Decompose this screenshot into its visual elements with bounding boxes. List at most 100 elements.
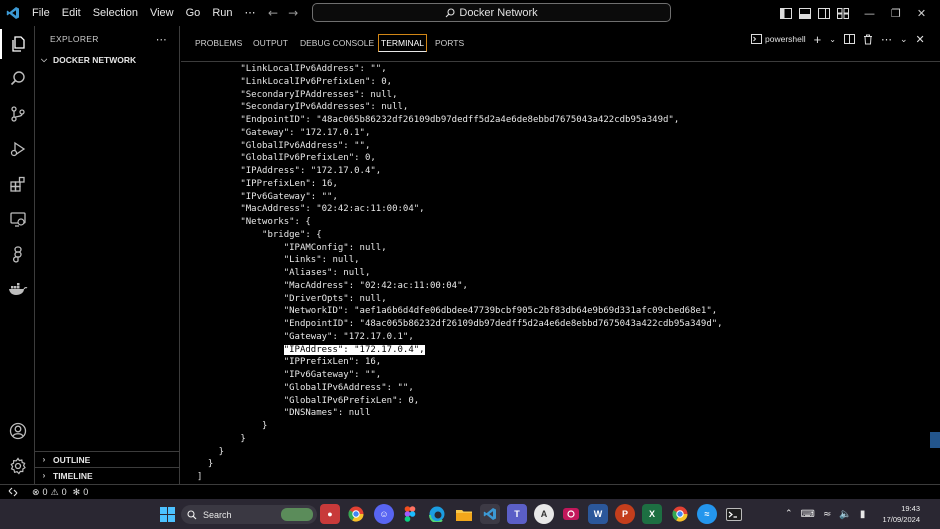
source-control-icon[interactable] bbox=[0, 99, 35, 129]
figma-icon[interactable] bbox=[0, 239, 35, 269]
chrome-icon[interactable] bbox=[346, 504, 366, 524]
back-arrow-icon[interactable]: ← bbox=[268, 6, 278, 20]
terminal-output[interactable]: "LinkLocalIPv6Address": "", "LinkLocalIP… bbox=[181, 63, 940, 484]
close-panel-icon[interactable]: ✕ bbox=[915, 33, 924, 46]
terminal-line: "IPPrefixLen": 16, bbox=[197, 357, 382, 368]
chrome-profile-icon[interactable] bbox=[670, 504, 690, 524]
search-view-icon[interactable] bbox=[0, 64, 35, 94]
chevron-right-icon: › bbox=[42, 455, 46, 464]
taskbar-clock[interactable]: 19:43 17/09/2024 bbox=[868, 503, 920, 525]
vscode-taskbar-icon[interactable] bbox=[480, 504, 500, 524]
menu-view[interactable]: View bbox=[144, 0, 180, 26]
menu-selection[interactable]: Selection bbox=[87, 0, 144, 26]
app-icon-media[interactable] bbox=[561, 504, 581, 524]
explorer-icon[interactable] bbox=[0, 29, 35, 59]
status-bar: ⊗ 0 ⚠ 0 ✻ 0 bbox=[0, 484, 940, 499]
problems-status[interactable]: ⊗ 0 ⚠ 0 bbox=[32, 487, 67, 498]
tab-ports[interactable]: PORTS bbox=[433, 34, 466, 52]
volume-icon[interactable]: 🔈 bbox=[839, 509, 851, 520]
explorer-more-actions[interactable]: ⋯ bbox=[156, 33, 167, 46]
forward-arrow-icon[interactable]: → bbox=[288, 6, 298, 20]
toggle-secondary-sidebar-icon[interactable] bbox=[818, 7, 830, 19]
terminal-actions: powershell + ⌄ ⋯ ⌄ ✕ bbox=[751, 26, 925, 52]
docker-icon[interactable] bbox=[0, 274, 35, 304]
edge-icon[interactable] bbox=[427, 504, 447, 524]
terminal-line: "NetworkID": "aef1a6b6d4dfe06dbdee47739b… bbox=[197, 306, 718, 317]
restore-icon[interactable]: ❐ bbox=[891, 7, 901, 20]
figma-taskbar-icon[interactable] bbox=[400, 504, 420, 524]
ports-count: 0 bbox=[83, 487, 89, 497]
word-icon[interactable]: W bbox=[588, 504, 608, 524]
terminal-line: "Gateway": "172.17.0.1", bbox=[197, 127, 371, 138]
toggle-panel-icon[interactable] bbox=[799, 7, 811, 19]
manage-gear-icon[interactable] bbox=[0, 451, 35, 481]
tab-problems[interactable]: PROBLEMS bbox=[193, 34, 244, 52]
excel-icon[interactable]: X bbox=[642, 504, 662, 524]
timeline-label: TIMELINE bbox=[53, 470, 93, 481]
menu-more[interactable]: ⋯ bbox=[239, 0, 262, 26]
powerpoint-icon[interactable]: P bbox=[615, 504, 635, 524]
terminal-line: "Links": null, bbox=[197, 255, 360, 266]
activity-bar bbox=[0, 26, 35, 484]
command-center-search[interactable]: Docker Network bbox=[312, 3, 671, 22]
app-icon-a[interactable]: A bbox=[534, 504, 554, 524]
timeline-section-header[interactable]: › TIMELINE bbox=[35, 467, 179, 483]
terminal-line: "bridge": { bbox=[197, 229, 322, 240]
terminal-line: "Aliases": null, bbox=[197, 268, 371, 278]
terminal-scrollbar[interactable] bbox=[930, 432, 940, 448]
terminal-line: "IPv6Gateway": "", bbox=[197, 370, 382, 380]
tab-debug-console[interactable]: DEBUG CONSOLE bbox=[298, 34, 376, 52]
taskbar-search[interactable]: Search bbox=[181, 505, 317, 524]
terminal-line: "GlobalIPv6Address": "", bbox=[197, 382, 414, 393]
more-actions-icon[interactable]: ⋯ bbox=[881, 33, 892, 46]
run-and-debug-icon[interactable] bbox=[0, 134, 35, 164]
remote-explorer-icon[interactable] bbox=[0, 204, 35, 234]
customize-layout-icon[interactable] bbox=[837, 7, 849, 19]
terminal-line: "Networks": { bbox=[197, 217, 311, 227]
keyboard-icon[interactable]: ⌨ bbox=[801, 509, 815, 520]
system-tray: ⌃ ⌨ ≈ 🔈 ▮ bbox=[785, 499, 865, 529]
error-count: 0 bbox=[42, 487, 48, 497]
layout-controls bbox=[780, 0, 849, 26]
chevron-up-icon[interactable]: ⌃ bbox=[785, 509, 793, 519]
vscode-logo-icon bbox=[0, 0, 26, 26]
terminal-line: } bbox=[197, 459, 214, 470]
windows-start-icon[interactable] bbox=[157, 504, 177, 524]
accounts-icon[interactable] bbox=[0, 416, 35, 446]
ports-status[interactable]: ✻ 0 bbox=[73, 487, 89, 498]
terminal-line: "GlobalIPv6PrefixLen": 0, bbox=[197, 395, 420, 406]
wifi-icon[interactable]: ≈ bbox=[823, 509, 831, 520]
minimize-icon[interactable]: — bbox=[864, 7, 875, 20]
terminal-indent bbox=[197, 345, 284, 355]
file-explorer-icon[interactable] bbox=[454, 504, 474, 524]
terminal-line: "IPAddress": "172.17.0.4", bbox=[197, 344, 425, 356]
chevron-down-icon[interactable]: ⌄ bbox=[900, 34, 908, 45]
extensions-icon[interactable] bbox=[0, 169, 35, 199]
close-window-icon[interactable]: ✕ bbox=[917, 7, 926, 20]
terminal-line: "IPAddress": "172.17.0.4", bbox=[197, 166, 382, 176]
tab-output[interactable]: OUTPUT bbox=[251, 34, 290, 52]
menu-run[interactable]: Run bbox=[206, 0, 238, 26]
outline-section-header[interactable]: › OUTLINE bbox=[35, 451, 179, 467]
menu-go[interactable]: Go bbox=[180, 0, 207, 26]
menu-file[interactable]: File bbox=[26, 0, 56, 26]
docker-taskbar-icon[interactable]: ≈ bbox=[697, 504, 717, 524]
discord-icon[interactable]: ☺ bbox=[374, 504, 394, 524]
search-icon bbox=[187, 509, 197, 519]
new-terminal-plus-icon[interactable]: + bbox=[814, 32, 822, 47]
explorer-sidebar: EXPLORER ⋯ ⌵ DOCKER NETWORK › OUTLINE › … bbox=[35, 26, 180, 484]
folder-section-header[interactable]: ⌵ DOCKER NETWORK bbox=[35, 52, 179, 68]
teams-icon[interactable]: T bbox=[507, 504, 527, 524]
split-terminal-icon[interactable] bbox=[843, 34, 855, 44]
terminal-taskbar-icon[interactable] bbox=[724, 504, 744, 524]
terminal-shell-selector[interactable]: powershell bbox=[751, 34, 806, 44]
battery-icon[interactable]: ▮ bbox=[860, 509, 866, 520]
tab-terminal[interactable]: TERMINAL bbox=[378, 34, 427, 52]
trash-icon[interactable] bbox=[863, 34, 873, 45]
remote-indicator-icon[interactable] bbox=[0, 485, 26, 500]
search-icon bbox=[445, 7, 455, 17]
app-icon-1[interactable]: ● bbox=[320, 504, 340, 524]
toggle-sidebar-icon[interactable] bbox=[780, 7, 792, 19]
chevron-down-icon[interactable]: ⌄ bbox=[829, 35, 836, 44]
menu-edit[interactable]: Edit bbox=[56, 0, 87, 26]
